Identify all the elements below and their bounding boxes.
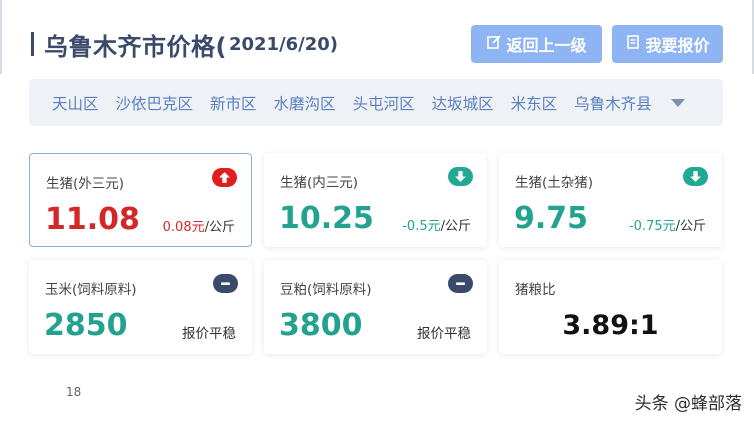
card-title: 猪粮比 (515, 282, 556, 298)
price-card-pig-inner[interactable]: 生猪(内三元) 10.25 -0.5元/公斤 (264, 153, 487, 247)
card-title: 生猪(内三元) (280, 175, 359, 191)
card-value: 11.08 (45, 202, 140, 237)
district-tab-toutunhe[interactable]: 头屯河区 (353, 92, 415, 114)
card-change-unit: /公斤 (204, 220, 235, 235)
district-tab-tianshan[interactable]: 天山区 (52, 92, 99, 114)
card-change-unit: /公斤 (675, 219, 706, 234)
title-accent-bar (31, 32, 34, 56)
page-title-date: 2021/6/20) (228, 33, 339, 55)
card-change-delta: -0.75元 (628, 219, 676, 234)
district-tab-shayibake[interactable]: 沙依巴克区 (116, 92, 194, 114)
minus-icon (448, 274, 473, 293)
card-value: 9.75 (514, 201, 589, 236)
page-title: 乌鲁木齐市价格( (44, 32, 227, 61)
price-card-pig-grain-ratio[interactable]: 猪粮比 3.89:1 (499, 260, 722, 354)
price-status: 报价平稳 (182, 326, 236, 342)
district-tab-urumqi-county[interactable]: 乌鲁木齐县 (574, 92, 652, 114)
frame-left-border (0, 0, 2, 74)
district-tab-xinshi[interactable]: 新市区 (210, 92, 257, 114)
card-title: 豆粕(饲料原料) (280, 282, 372, 298)
price-card-pig-outer[interactable]: 生猪(外三元) 11.08 0.08元/公斤 (29, 153, 252, 247)
back-button-label: 返回上一级 (506, 36, 587, 55)
card-change: -0.75元/公斤 (629, 215, 706, 234)
arrow-up-icon (212, 168, 237, 187)
page-header: 乌鲁木齐市价格( 2021/6/20) (31, 26, 338, 62)
document-icon (625, 34, 641, 54)
card-value: 10.25 (279, 201, 374, 236)
district-tab-shuimogou[interactable]: 水磨沟区 (274, 92, 336, 114)
district-tab-midong[interactable]: 米东区 (511, 92, 558, 114)
card-title: 玉米(饲料原料) (45, 282, 137, 298)
price-card-corn[interactable]: 玉米(饲料原料) 2850 报价平稳 (29, 260, 252, 354)
card-change: 0.08元/公斤 (163, 216, 235, 235)
minus-icon (213, 274, 238, 293)
district-tab-dabancheng[interactable]: 达坂城区 (432, 92, 494, 114)
card-change-delta: -0.5元 (402, 219, 441, 234)
price-card-soymeal[interactable]: 豆粕(饲料原料) 3800 报价平稳 (264, 260, 487, 354)
card-value: 2850 (44, 308, 128, 343)
page-number: 18 (66, 385, 82, 399)
card-change-unit: /公斤 (440, 219, 471, 234)
back-button[interactable]: 返回上一级 (471, 25, 602, 63)
report-price-button[interactable]: 我要报价 (612, 25, 723, 63)
district-filter-bar: 天山区 沙依巴克区 新市区 水磨沟区 头屯河区 达坂城区 米东区 乌鲁木齐县 (29, 79, 723, 126)
chevron-down-icon[interactable] (670, 98, 685, 107)
price-card-pig-local[interactable]: 生猪(土杂猪) 9.75 -0.75元/公斤 (499, 153, 722, 247)
card-title: 生猪(土杂猪) (515, 175, 594, 191)
edit-icon (486, 34, 502, 54)
card-title: 生猪(外三元) (46, 176, 125, 192)
card-change: -0.5元/公斤 (402, 215, 471, 234)
card-value: 3800 (279, 308, 363, 343)
card-change-delta: 0.08元 (162, 220, 205, 235)
price-status: 报价平稳 (417, 326, 471, 342)
ratio-value: 3.89:1 (562, 310, 659, 341)
report-price-button-label: 我要报价 (645, 36, 710, 55)
arrow-down-icon (683, 167, 708, 186)
watermark: 头条 @蜂部落 (634, 394, 742, 414)
arrow-down-icon (448, 167, 473, 186)
